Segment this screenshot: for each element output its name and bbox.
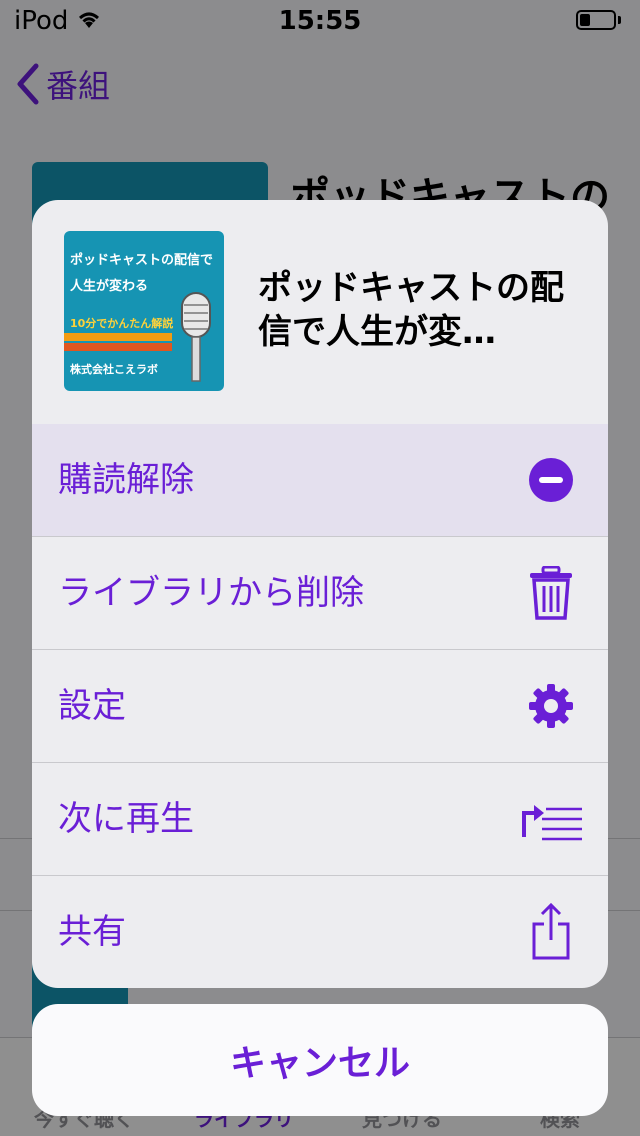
play-next-label: 次に再生 (58, 799, 194, 839)
sheet-header: ポッドキャストの配信で 人生が変わる 10分でかんたん解説 株式会社こえラボ ポ… (32, 200, 608, 425)
unsubscribe-button[interactable]: 購読解除 (32, 424, 608, 537)
artwork-text-line1: ポッドキャストの配信で (70, 253, 214, 268)
settings-button[interactable]: 設定 (32, 650, 608, 763)
microphone-icon (181, 292, 211, 382)
share-button[interactable]: 共有 (32, 876, 608, 988)
remove-from-library-button[interactable]: ライブラリから削除 (32, 537, 608, 650)
artwork-text-line2: 人生が変わる (70, 279, 149, 294)
share-label: 共有 (58, 912, 126, 952)
remove-from-library-label: ライブラリから削除 (58, 573, 364, 613)
action-sheet: ポッドキャストの配信で 人生が変わる 10分でかんたん解説 株式会社こえラボ ポ… (32, 200, 608, 988)
gear-icon (526, 681, 576, 731)
play-next-icon (520, 794, 584, 844)
unsubscribe-label: 購読解除 (58, 460, 194, 500)
artwork-stripe (64, 333, 172, 341)
settings-label: 設定 (58, 686, 126, 726)
artwork-text-line4: 株式会社こえラボ (70, 363, 158, 376)
cancel-label: キャンセル (229, 1043, 410, 1084)
share-icon (526, 902, 576, 960)
artwork-stripe (64, 343, 172, 351)
trash-icon (526, 566, 576, 620)
cancel-button[interactable]: キャンセル (32, 1004, 608, 1116)
podcast-artwork: ポッドキャストの配信で 人生が変わる 10分でかんたん解説 株式会社こえラボ (64, 231, 224, 391)
artwork-text-line3: 10分でかんたん解説 (70, 317, 174, 330)
play-next-button[interactable]: 次に再生 (32, 763, 608, 876)
minus-circle-icon (526, 455, 576, 505)
sheet-title: ポッドキャストの配信で人生が変… (258, 268, 564, 352)
